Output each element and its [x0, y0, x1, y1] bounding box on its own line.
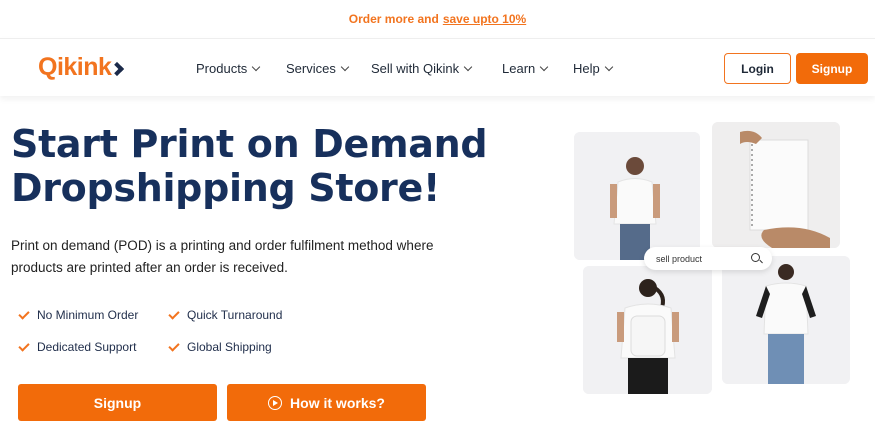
announcement-link[interactable]: save upto 10% — [443, 12, 526, 26]
menu-learn-label: Learn — [502, 61, 536, 76]
play-circle-icon — [268, 395, 283, 410]
menu-sell-label: Sell with Qikink — [371, 61, 460, 76]
feature-label: Dedicated Support — [37, 340, 137, 354]
model-white-tshirt-image — [574, 132, 700, 260]
menu-help[interactable]: Help — [573, 61, 613, 76]
how-it-works-label: How it works? — [290, 394, 385, 411]
main-navbar: Qikink Products Services Sell with Qikin… — [0, 38, 875, 96]
chevron-down-icon — [463, 62, 473, 72]
menu-learn[interactable]: Learn — [502, 61, 549, 76]
notebook-in-hand-image — [712, 122, 840, 248]
hero-title: Start Print on Demand Dropshipping Store… — [11, 122, 551, 210]
model-white-tshirt-illustration — [574, 132, 700, 260]
check-icon — [168, 339, 180, 352]
feature-item: Quick Turnaround — [168, 307, 283, 322]
model-backpack-image — [583, 266, 712, 394]
logo-chevron-icon — [110, 61, 125, 76]
model-raglan-illustration — [722, 256, 850, 384]
hero-title-line2: Dropshipping Store! — [11, 166, 440, 210]
menu-products[interactable]: Products — [196, 61, 261, 76]
announcement-text: Order more and — [348, 12, 439, 26]
menu-services[interactable]: Services — [286, 61, 350, 76]
check-icon — [18, 339, 30, 352]
feature-item: Global Shipping — [168, 339, 272, 354]
signup-cta-label: Signup — [93, 394, 142, 411]
chevron-down-icon — [604, 62, 613, 72]
chevron-down-icon — [340, 62, 350, 72]
model-backpack-illustration — [583, 266, 712, 394]
notebook-illustration — [712, 122, 840, 248]
signup-button-nav[interactable]: Signup — [796, 53, 868, 84]
announcement-bar: Order more and save upto 10% — [0, 0, 875, 38]
hero-description: Print on demand (POD) is a printing and … — [11, 238, 434, 275]
login-button[interactable]: Login — [724, 53, 791, 84]
feature-item: No Minimum Order — [18, 307, 139, 322]
logo-wordmark: Qikink — [38, 53, 112, 81]
search-pill-text: sell product — [656, 253, 703, 264]
menu-sell-with-qikink[interactable]: Sell with Qikink — [371, 61, 473, 76]
how-it-works-button[interactable]: How it works? — [227, 384, 426, 421]
chevron-down-icon — [540, 62, 549, 72]
feature-label: No Minimum Order — [37, 308, 139, 322]
search-icon — [751, 253, 760, 262]
feature-label: Global Shipping — [187, 340, 272, 354]
hero-title-line1: Start Print on Demand — [11, 122, 488, 166]
check-icon — [168, 307, 180, 320]
model-raglan-tshirt-image — [722, 256, 850, 384]
check-icon — [18, 307, 30, 320]
feature-item: Dedicated Support — [18, 339, 137, 354]
signup-cta-button[interactable]: Signup — [18, 384, 217, 421]
menu-products-label: Products — [196, 61, 248, 76]
chevron-down-icon — [252, 62, 261, 72]
feature-label: Quick Turnaround — [187, 308, 283, 322]
qikink-logo[interactable]: Qikink — [38, 53, 125, 82]
menu-services-label: Services — [286, 61, 336, 76]
product-search-pill[interactable]: sell product — [644, 247, 772, 270]
menu-help-label: Help — [573, 61, 600, 76]
